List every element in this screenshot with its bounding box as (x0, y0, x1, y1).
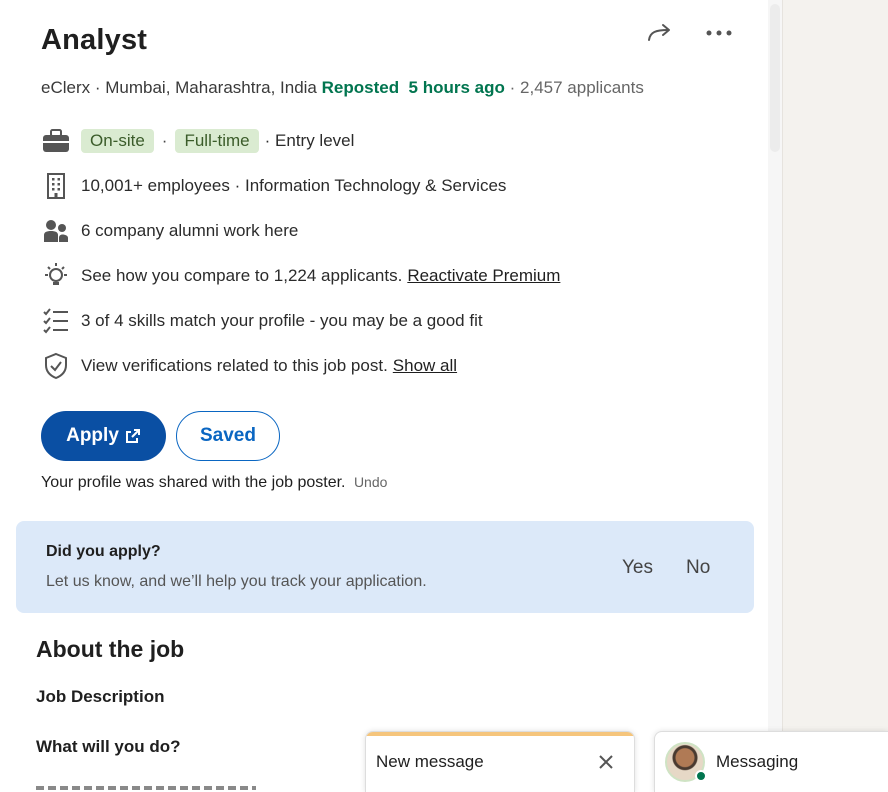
compare-text: See how you compare to 1,224 applicants. (81, 266, 403, 285)
applicant-count: 2,457 applicants (520, 78, 644, 97)
skills-row: 3 of 4 skills match your profile - you m… (41, 306, 483, 336)
saved-button[interactable]: Saved (176, 411, 280, 461)
new-message-label[interactable]: New message (376, 752, 484, 772)
messaging-label[interactable]: Messaging (716, 752, 798, 772)
apply-label: Apply (66, 425, 119, 446)
online-status-dot (695, 770, 707, 782)
company-name[interactable]: eClerx (41, 78, 90, 97)
scrollbar-thumb[interactable] (770, 4, 780, 152)
job-location: Mumbai, Maharashtra, India (105, 78, 317, 97)
posted-time: 5 hours ago (408, 78, 505, 97)
about-job-heading: About the job (36, 636, 185, 662)
job-meta: eClerx · Mumbai, Maharashtra, India Repo… (41, 78, 644, 97)
more-options-button[interactable] (700, 18, 738, 48)
job-type-pill: Full-time (175, 129, 259, 153)
briefcase-icon (41, 126, 71, 156)
show-all-link[interactable]: Show all (393, 356, 457, 376)
new-message-accent (366, 732, 634, 736)
alumni-text: 6 company alumni work here (81, 221, 299, 240)
share-arrow-icon (648, 24, 670, 41)
external-link-icon (125, 429, 140, 443)
what-will-you-do-heading: What will you do? (36, 737, 181, 756)
verifications-row: View verifications related to this job p… (41, 351, 457, 381)
compare-row: See how you compare to 1,224 applicants.… (41, 261, 560, 291)
people-icon (41, 216, 71, 246)
more-horizontal-icon (706, 30, 732, 36)
new-message-window[interactable]: New message (365, 731, 635, 792)
experience-level: · Entry level (264, 131, 355, 150)
share-button[interactable] (642, 18, 678, 48)
profile-shared-notice: Your profile was shared with the job pos… (41, 474, 387, 492)
building-icon (41, 171, 71, 201)
undo-button[interactable]: Undo (354, 474, 387, 490)
reactivate-premium-link[interactable]: Reactivate Premium (407, 266, 560, 286)
reposted-label: Reposted (321, 78, 400, 97)
close-new-message-button[interactable] (594, 750, 618, 774)
lightbulb-icon (41, 261, 71, 291)
apply-button[interactable]: Apply (41, 411, 166, 461)
truncated-description-text (36, 782, 256, 792)
job-title: Analyst (41, 24, 148, 56)
did-you-apply-card: Did you apply? Let us know, and we’ll he… (16, 521, 754, 613)
shield-check-icon (41, 351, 71, 381)
yes-button[interactable]: Yes (622, 557, 653, 579)
did-you-apply-subtext: Let us know, and we’ll help you track yo… (46, 573, 427, 590)
messaging-bar[interactable]: Messaging (654, 731, 888, 792)
job-type-row: On-site · Full-time · Entry level (41, 126, 354, 156)
no-button[interactable]: No (686, 557, 710, 579)
did-you-apply-question: Did you apply? (46, 543, 161, 560)
job-description-heading: Job Description (36, 687, 165, 706)
close-icon (599, 755, 613, 769)
company-size-row: 10,001+ employees · Information Technolo… (41, 171, 506, 201)
company-size-text: 10,001+ employees · Information Technolo… (81, 176, 507, 195)
alumni-row: 6 company alumni work here (41, 216, 298, 246)
skills-match-text[interactable]: 3 of 4 skills match your profile - you m… (81, 311, 483, 331)
verifications-text: View verifications related to this job p… (81, 356, 388, 375)
profile-shared-text: Your profile was shared with the job pos… (41, 474, 346, 491)
job-details-panel: Analyst eClerx · Mumbai, Maharashtra, In… (0, 0, 768, 792)
right-gutter (782, 0, 888, 792)
workplace-pill: On-site (81, 129, 154, 153)
checklist-icon (41, 306, 71, 336)
